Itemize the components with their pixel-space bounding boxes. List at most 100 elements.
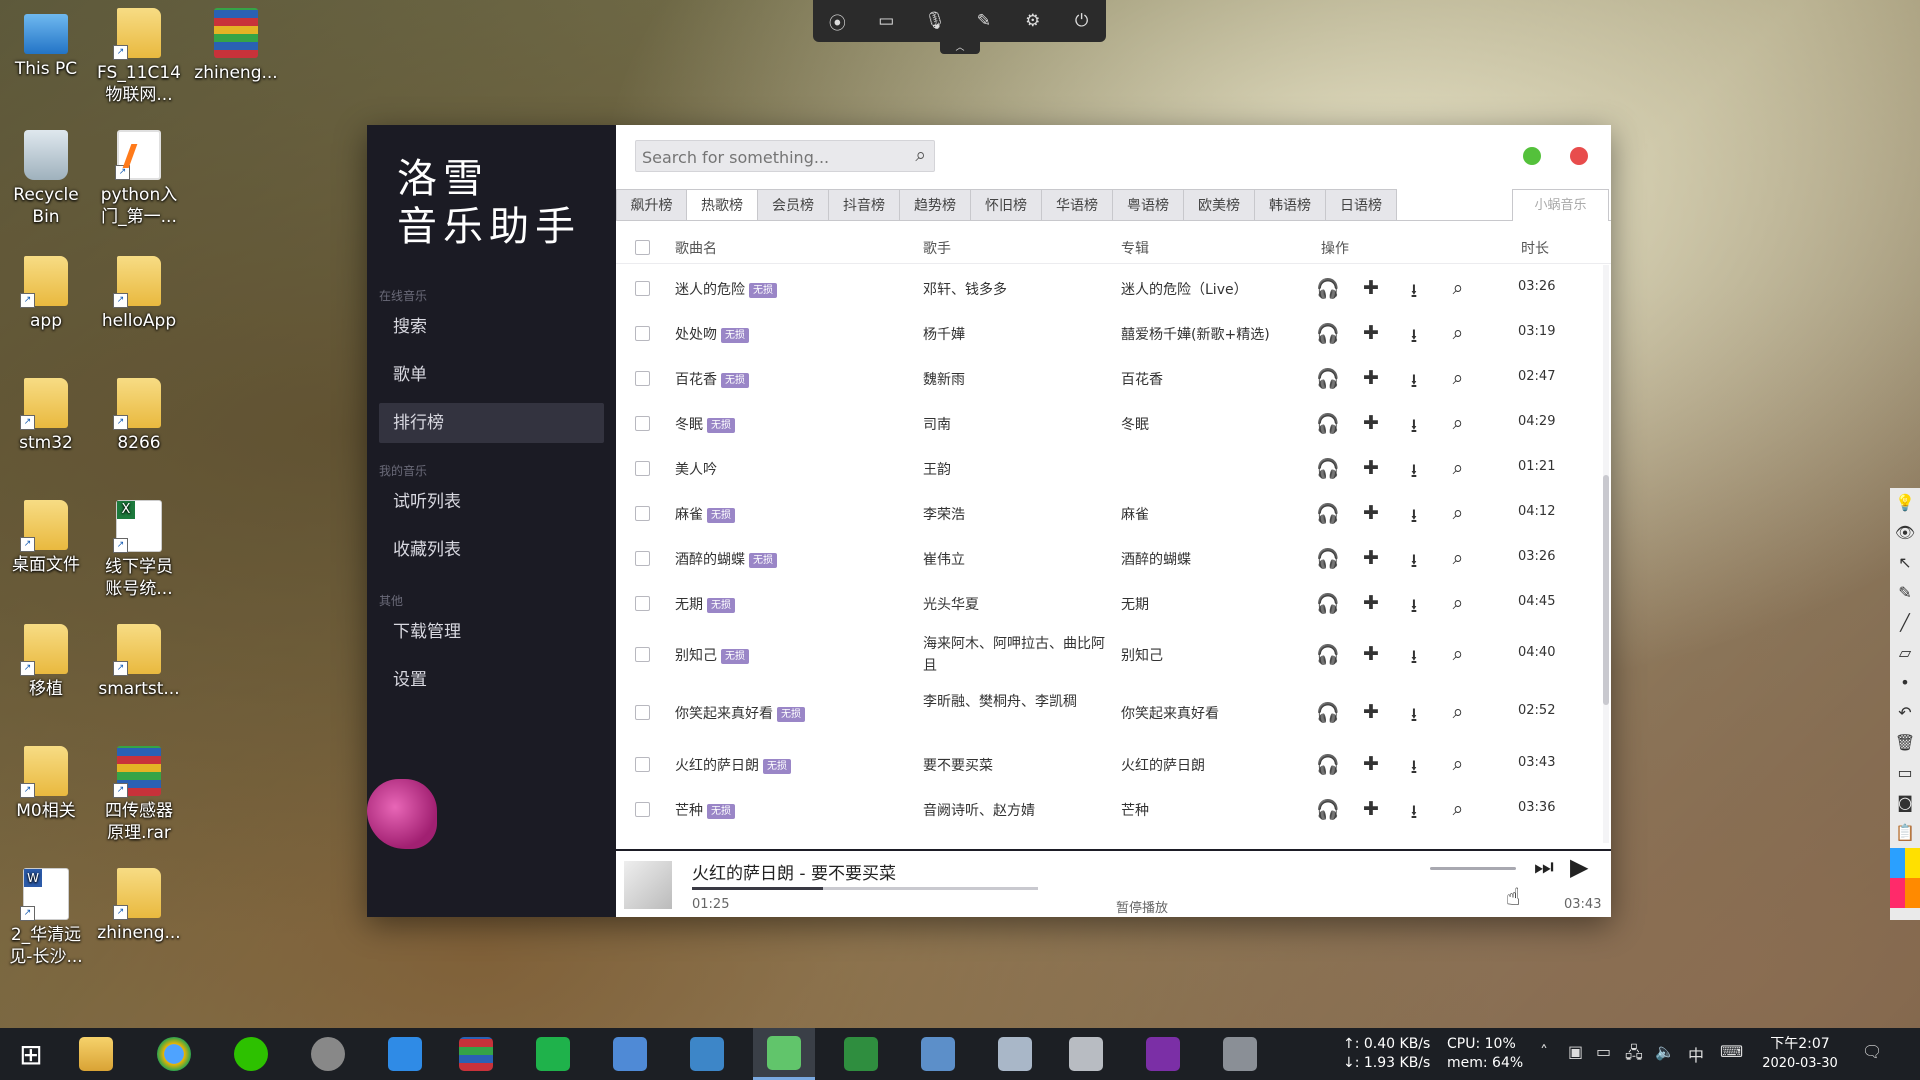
add-icon[interactable]: ✚ [1360,277,1382,299]
listen-icon[interactable]: 🎧 [1316,277,1340,300]
download-icon[interactable]: ⭳ [1403,367,1425,399]
desktop-icon[interactable]: ↗ FS_11C14 物联网... [93,8,185,106]
add-icon[interactable]: ✚ [1360,322,1382,344]
add-icon[interactable]: ✚ [1360,798,1382,820]
taskbar-app-s[interactable] [522,1028,584,1080]
row-checkbox[interactable] [635,281,650,296]
desktop-icon[interactable]: ↗ smartst... [93,624,185,700]
keyboard-icon[interactable]: ⌨ [1720,1042,1743,1061]
listen-icon[interactable]: 🎧 [1316,701,1340,724]
table-row[interactable]: 麻雀 无损 李荣浩 麻雀 🎧 ✚ ⭳ ⌕ 04:12 [616,490,1601,535]
add-icon[interactable]: ✚ [1360,643,1382,665]
tab-chart[interactable]: 粤语榜 [1113,189,1184,221]
eye-icon[interactable]: 👁 [1890,518,1920,548]
trash-icon[interactable]: 🗑 [1890,728,1920,758]
taskbar-app-11[interactable] [907,1028,969,1080]
notification-icon[interactable]: 🗨 [1862,1042,1882,1061]
desktop-icon[interactable]: zhineng... [190,8,282,84]
download-icon[interactable]: ⭳ [1403,322,1425,354]
eraser-icon[interactable]: ▱ [1890,638,1920,668]
scrollbar[interactable] [1603,265,1609,843]
tray-app-icon[interactable]: ▣ [1568,1042,1583,1061]
sidebar-item-playlist[interactable]: 歌单 [379,355,604,395]
table-row[interactable]: 送亲无损王琪送亲🎧✚⭳⌕05:54 [616,831,1601,843]
taskbar-wechat[interactable] [220,1028,282,1080]
tab-chart[interactable]: 热歌榜 [687,189,758,221]
listen-icon[interactable]: 🎧 [1316,502,1340,525]
select-all-checkbox[interactable] [635,240,650,255]
add-icon[interactable]: ✚ [1360,753,1382,775]
taskbar-calculator[interactable] [984,1028,1046,1080]
tray-expand-icon[interactable]: ˄ [1540,1042,1548,1061]
desktop-icon[interactable]: Recycle Bin [0,130,92,228]
battery-icon[interactable]: ▭ [1596,1042,1611,1061]
table-row[interactable]: 芒种 无损 音阙诗听、赵方婧 芒种 🎧 ✚ ⭳ ⌕ 03:36 [616,786,1601,831]
row-checkbox[interactable] [635,506,650,521]
scrollbar-thumb[interactable] [1603,475,1609,705]
screen-icon[interactable]: ▭ [874,11,898,31]
desktop-icon[interactable]: ↗ 四传感器 原理.rar [93,746,185,844]
desktop-icon[interactable]: ↗ 8266 [93,378,185,454]
add-icon[interactable]: ✚ [1360,547,1382,569]
taskbar-app-7[interactable] [599,1028,661,1080]
listen-icon[interactable]: 🎧 [1316,753,1340,776]
download-icon[interactable]: ⭳ [1403,798,1425,830]
search-icon[interactable]: ⌕ [1447,412,1469,434]
table-row[interactable]: 火红的萨日朗 无损 要不要买菜 火红的萨日朗 🎧 ✚ ⭳ ⌕ 03:43 [616,741,1601,786]
row-checkbox[interactable] [635,647,650,662]
search-icon[interactable]: ⌕ [1447,798,1469,820]
row-checkbox[interactable] [635,802,650,817]
play-icon[interactable]: ▶ [1570,853,1588,881]
tools-icon[interactable]: ✎ [972,11,996,31]
gear-icon[interactable]: ⚙ [1021,11,1045,31]
download-icon[interactable]: ⭳ [1403,412,1425,444]
taskbar-onenote[interactable] [1132,1028,1194,1080]
search-icon[interactable]: ⌕ [1447,753,1469,775]
desktop-icon[interactable]: ↗ python入 门_第一... [93,130,185,228]
row-checkbox[interactable] [635,461,650,476]
board-icon[interactable]: ▭ [1890,758,1920,788]
search-input[interactable] [636,141,894,173]
volume-slider[interactable] [1430,867,1516,870]
row-checkbox[interactable] [635,371,650,386]
taskbar-winrar[interactable] [445,1028,507,1080]
listen-icon[interactable]: 🎧 [1316,367,1340,390]
tab-chart[interactable]: 韩语榜 [1255,189,1326,221]
table-row[interactable]: 无期 无损 光头华夏 无期 🎧 ✚ ⭳ ⌕ 04:45 [616,580,1601,625]
tab-chart[interactable]: 会员榜 [758,189,829,221]
sidebar-item-search[interactable]: 搜索 [379,307,604,347]
table-row[interactable]: 别知己 无损 海来阿木、阿呷拉古、曲比阿且 别知己 🎧 ✚ ⭳ ⌕ 04:40 [616,625,1601,683]
search-icon[interactable]: ⌕ [915,144,926,166]
tab-chart[interactable]: 抖音榜 [829,189,900,221]
bulb-icon[interactable]: 💡 [1890,488,1920,518]
listen-icon[interactable]: 🎧 [1316,457,1340,480]
add-icon[interactable]: ✚ [1360,367,1382,389]
tab-chart[interactable]: 飙升榜 [616,189,687,221]
color-swatch-icon[interactable] [1890,878,1920,908]
pen-icon[interactable]: ✎ [1890,578,1920,608]
ime-indicator[interactable]: 中 [1688,1042,1704,1066]
download-icon[interactable]: ⭳ [1403,701,1425,733]
pointer-icon[interactable]: ↖ [1890,548,1920,578]
search-icon[interactable]: ⌕ [1447,457,1469,479]
download-icon[interactable]: ⭳ [1403,547,1425,579]
dot-icon[interactable]: • [1890,668,1920,698]
desktop-icon[interactable]: ↗ helloApp [93,256,185,332]
search-icon[interactable]: ⌕ [1447,502,1469,524]
listen-icon[interactable]: 🎧 [1316,322,1340,345]
desktop-icon[interactable]: ↗ app [0,256,92,332]
search-icon[interactable]: ⌕ [1447,277,1469,299]
table-row[interactable]: 百花香 无损 魏新雨 百花香 🎧 ✚ ⭳ ⌕ 02:47 [616,355,1601,400]
microphone-icon[interactable]: 🎙 [923,11,947,31]
desktop-icon[interactable]: ↗ 移植 [0,624,92,700]
sidebar-item-charts[interactable]: 排行榜 [379,403,604,443]
taskbar-music-app[interactable] [753,1028,815,1080]
listen-icon[interactable]: 🎧 [1316,592,1340,615]
row-checkbox[interactable] [635,757,650,772]
tab-chart[interactable]: 华语榜 [1042,189,1113,221]
search-icon[interactable]: ⌕ [1447,643,1469,665]
add-icon[interactable]: ✚ [1360,502,1382,524]
volume-icon[interactable]: 🔈 [1655,1042,1675,1061]
add-icon[interactable]: ✚ [1360,592,1382,614]
add-icon[interactable]: ✚ [1360,457,1382,479]
